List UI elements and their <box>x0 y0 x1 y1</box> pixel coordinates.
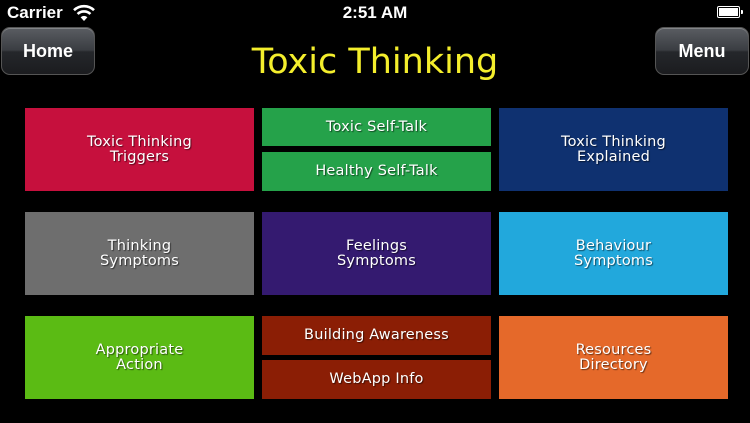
page-title: Toxic Thinking <box>251 42 499 82</box>
clock: 2:51 AM <box>342 3 408 22</box>
app-screen: Carrier 2:51 AM Home Toxic Thinking Menu… <box>0 0 750 423</box>
battery-icon <box>717 6 743 18</box>
tile-toxic-thinking-triggers[interactable]: Toxic Thinking Triggers <box>25 108 254 191</box>
tile-toxic-self-talk[interactable]: Toxic Self-Talk <box>262 108 491 146</box>
status-bar: Carrier 2:51 AM <box>0 0 750 26</box>
tile-healthy-self-talk[interactable]: Healthy Self-Talk <box>262 152 491 191</box>
tile-toxic-thinking-explained[interactable]: Toxic Thinking Explained <box>499 108 728 191</box>
tile-building-awareness[interactable]: Building Awareness <box>262 316 491 355</box>
tile-thinking-symptoms[interactable]: Thinking Symptoms <box>25 212 254 295</box>
tile-appropriate-action[interactable]: Appropriate Action <box>25 316 254 399</box>
home-button[interactable]: Home <box>1 27 95 75</box>
tile-webapp-info[interactable]: WebApp Info <box>262 360 491 399</box>
tile-resources-directory[interactable]: Resources Directory <box>499 316 728 399</box>
tile-behaviour-symptoms[interactable]: Behaviour Symptoms <box>499 212 728 295</box>
tile-feelings-symptoms[interactable]: Feelings Symptoms <box>262 212 491 295</box>
menu-button[interactable]: Menu <box>655 27 749 75</box>
battery-level <box>719 8 738 16</box>
